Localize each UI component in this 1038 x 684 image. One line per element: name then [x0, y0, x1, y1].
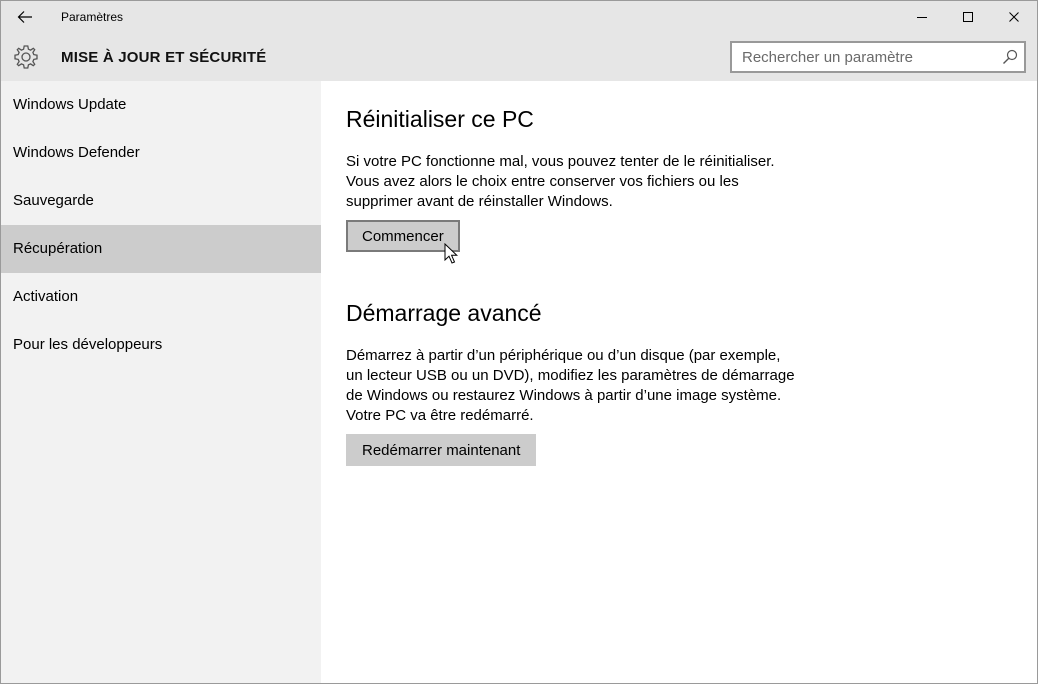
page-title: MISE À JOUR ET SÉCURITÉ	[61, 49, 267, 66]
sidebar-nav: Windows Update Windows Defender Sauvegar…	[1, 81, 321, 683]
maximize-icon	[963, 12, 973, 22]
minimize-icon	[917, 17, 927, 18]
close-button[interactable]	[991, 1, 1037, 33]
back-button[interactable]	[9, 3, 41, 31]
advanced-startup-heading: Démarrage avancé	[346, 300, 542, 326]
gear-icon	[14, 45, 38, 69]
search-icon[interactable]	[1002, 49, 1018, 65]
close-icon	[1009, 12, 1019, 22]
search-box[interactable]	[730, 41, 1026, 73]
settings-header: MISE À JOUR ET SÉCURITÉ	[1, 33, 1037, 81]
back-arrow-icon	[17, 11, 32, 23]
commencer-button[interactable]: Commencer	[346, 220, 460, 252]
minimize-button[interactable]	[899, 1, 945, 33]
sidebar-item-windows-update[interactable]: Windows Update	[1, 81, 321, 129]
maximize-button[interactable]	[945, 1, 991, 33]
sidebar-item-activation[interactable]: Activation	[1, 273, 321, 321]
sidebar-item-sauvegarde[interactable]: Sauvegarde	[1, 177, 321, 225]
window-title: Paramètres	[61, 10, 124, 24]
sidebar-item-recuperation[interactable]: Récupération	[1, 225, 321, 273]
restart-now-button[interactable]: Redémarrer maintenant	[346, 434, 537, 466]
title-bar: Paramètres	[1, 1, 1037, 33]
advanced-startup-description: Démarrez à partir d’un périphérique ou d…	[346, 347, 795, 424]
mouse-pointer-icon	[444, 243, 458, 264]
search-input[interactable]	[732, 43, 992, 71]
reset-pc-heading: Réinitialiser ce PC	[346, 106, 534, 132]
sidebar-item-developpeurs[interactable]: Pour les développeurs	[1, 321, 321, 369]
settings-window: Paramètres MISE À JOUR ET SÉCURITÉ Reche…	[0, 0, 1038, 684]
sidebar-item-windows-defender[interactable]: Windows Defender	[1, 129, 321, 177]
reset-pc-description: Si votre PC fonctionne mal, vous pouvez …	[346, 153, 775, 210]
